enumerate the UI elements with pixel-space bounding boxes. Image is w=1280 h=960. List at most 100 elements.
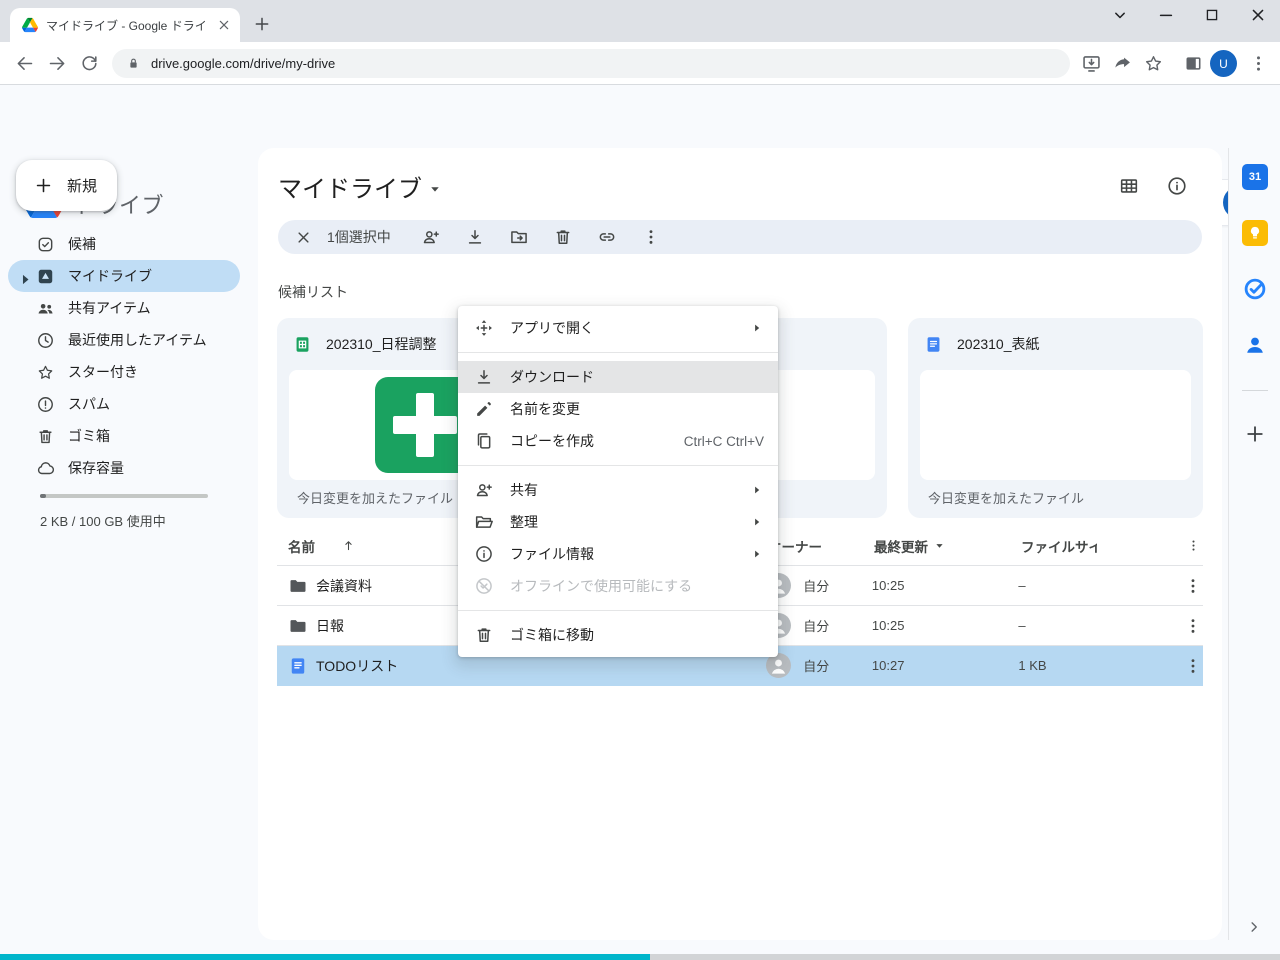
tab-search-icon[interactable] (1110, 5, 1130, 25)
layout-toggle-icon[interactable] (1118, 175, 1140, 197)
copy-icon (474, 431, 494, 451)
move-selected-icon[interactable] (509, 227, 529, 247)
menu-item-file-info[interactable]: ファイル情報 (458, 538, 778, 570)
keep-icon[interactable] (1242, 220, 1268, 246)
forward-button[interactable] (47, 53, 68, 74)
details-info-icon[interactable] (1166, 175, 1188, 197)
tab-close-icon[interactable] (216, 17, 232, 33)
sidebar-item-storage[interactable]: 保存容量 (8, 452, 240, 484)
install-app-icon[interactable] (1081, 53, 1102, 74)
bottom-progress-fill (0, 954, 650, 960)
cloud-icon (36, 459, 55, 478)
row-options-icon[interactable] (1183, 576, 1203, 596)
side-panel-icon[interactable] (1183, 53, 1204, 74)
side-panel-rail: 31 (1228, 148, 1280, 940)
new-button[interactable]: 新規 (16, 160, 117, 211)
lock-icon (126, 56, 141, 71)
card-title: 202310_日程調整 (326, 334, 437, 354)
browser-menu-icon[interactable] (1248, 53, 1269, 74)
menu-item-download[interactable]: ダウンロード (458, 361, 778, 393)
clear-selection-icon[interactable] (294, 228, 313, 247)
window-close-button[interactable] (1248, 5, 1268, 25)
approval-icon (36, 235, 55, 254)
window-minimize-button[interactable] (1156, 5, 1176, 25)
sidebar-item-label: マイドライブ (68, 266, 152, 286)
suggested-file-card[interactable]: 202310_表紙 今日変更を加えたファイル (908, 318, 1203, 518)
new-button-label: 新規 (67, 175, 97, 196)
folder-open-icon (474, 512, 494, 532)
page-title[interactable]: マイドライブ (278, 169, 444, 204)
column-modified[interactable]: 最終更新 (874, 536, 1021, 556)
column-owner[interactable]: オーナー (768, 536, 874, 556)
refresh-button[interactable] (79, 53, 100, 74)
sidebar-item-shared[interactable]: 共有アイテム (8, 292, 240, 324)
plus-icon (33, 175, 54, 196)
screen: マイドライブ - Google ドライブ drive.google.com/dr… (0, 0, 1280, 960)
delete-selected-icon[interactable] (553, 227, 573, 247)
shortcut-hint: Ctrl+C Ctrl+V (684, 434, 764, 449)
open-with-icon (474, 318, 494, 338)
more-actions-icon[interactable] (641, 227, 661, 247)
menu-divider (458, 465, 778, 466)
share-icon[interactable] (1112, 53, 1133, 74)
new-tab-button[interactable] (252, 14, 272, 34)
offline-icon (474, 576, 494, 596)
menu-item-share[interactable]: 共有 (458, 474, 778, 506)
column-name[interactable]: 名前 (288, 536, 315, 556)
row-options-icon[interactable] (1183, 616, 1203, 636)
sort-ascending-icon[interactable] (341, 538, 356, 553)
menu-item-trash[interactable]: ゴミ箱に移動 (458, 619, 778, 651)
selection-count: 1個選択中 (327, 227, 391, 247)
card-title: 202310_表紙 (957, 334, 1040, 354)
get-addons-icon[interactable] (1243, 422, 1267, 446)
bottom-progress-track (0, 954, 1280, 960)
browser-avatar[interactable]: U (1210, 50, 1237, 77)
column-options-icon[interactable] (1186, 538, 1201, 553)
copy-link-icon[interactable] (597, 227, 617, 247)
my-drive-icon (36, 267, 55, 286)
menu-item-rename[interactable]: 名前を変更 (458, 393, 778, 425)
docs-file-icon (288, 656, 308, 676)
folder-icon (288, 576, 308, 596)
file-size: 1 KB (1018, 658, 1118, 673)
folder-icon (288, 616, 308, 636)
sidebar-item-suggested[interactable]: 候補 (8, 228, 240, 260)
menu-item-open-with[interactable]: アプリで開く (458, 312, 778, 344)
url-bar[interactable]: drive.google.com/drive/my-drive (112, 49, 1070, 78)
browser-tab-strip: マイドライブ - Google ドライブ (0, 0, 1280, 42)
download-selected-icon[interactable] (465, 227, 485, 247)
submenu-arrow-icon (750, 321, 764, 335)
sidebar-item-my-drive[interactable]: マイドライブ (8, 260, 240, 292)
contacts-icon[interactable] (1242, 332, 1268, 358)
drive-header: ドライブ ドライブで検索 ECCS Cloud Mail Information… (0, 85, 1280, 148)
share-selected-icon[interactable] (421, 227, 441, 247)
sidebar-item-label: スパム (68, 394, 110, 414)
menu-item-make-copy[interactable]: コピーを作成 Ctrl+C Ctrl+V (458, 425, 778, 457)
sidebar-item-label: スター付き (68, 362, 138, 382)
page-title-text: マイドライブ (278, 169, 422, 204)
file-name: TODOリスト (316, 656, 398, 676)
star-icon (36, 363, 55, 382)
row-options-icon[interactable] (1183, 656, 1203, 676)
sidebar-item-recent[interactable]: 最近使用したアイテム (8, 324, 240, 356)
calendar-icon[interactable]: 31 (1242, 164, 1268, 190)
window-maximize-button[interactable] (1202, 5, 1222, 25)
column-size[interactable]: ファイルサイズ (1021, 536, 1097, 556)
bookmark-star-icon[interactable] (1143, 53, 1164, 74)
browser-tab[interactable]: マイドライブ - Google ドライブ (10, 8, 240, 42)
storage-progress-bar (40, 494, 208, 498)
dropdown-caret-icon[interactable] (426, 180, 444, 198)
back-button[interactable] (14, 53, 35, 74)
people-icon (36, 299, 55, 318)
menu-item-organize[interactable]: 整理 (458, 506, 778, 538)
hide-panel-chevron-icon[interactable] (1245, 918, 1263, 936)
sidebar-item-starred[interactable]: スター付き (8, 356, 240, 388)
modified-time: 10:25 (872, 578, 1018, 593)
tab-title: マイドライブ - Google ドライブ (46, 17, 208, 34)
sidebar-item-trash[interactable]: ゴミ箱 (8, 420, 240, 452)
menu-divider (458, 352, 778, 353)
tasks-icon[interactable] (1242, 276, 1268, 302)
modified-time: 10:25 (872, 618, 1018, 633)
sidebar-item-spam[interactable]: スパム (8, 388, 240, 420)
expand-arrow-icon[interactable] (16, 270, 35, 289)
